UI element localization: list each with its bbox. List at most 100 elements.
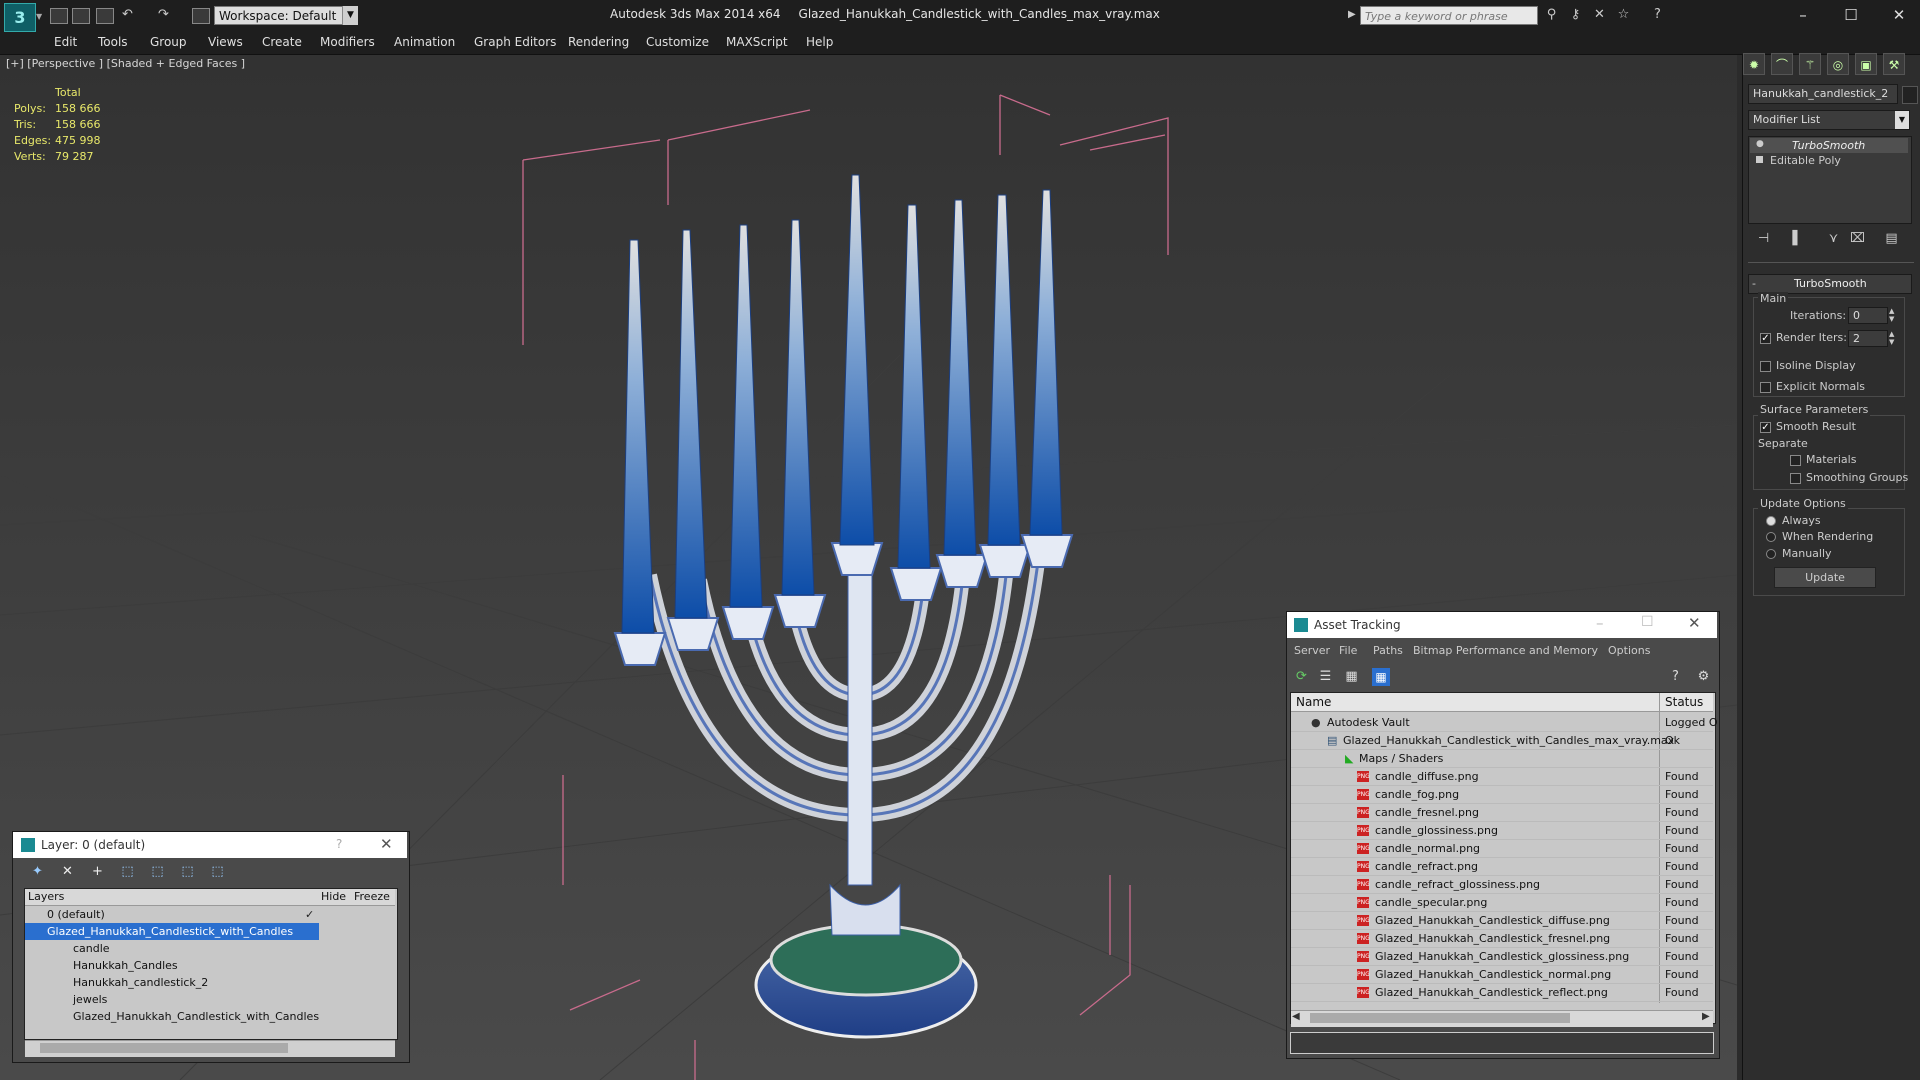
lightbulb-icon[interactable]: ● [1756, 139, 1764, 149]
asset-row[interactable]: PNG Glazed_Hanukkah_Candlestick_normal.pn… [1291, 966, 1713, 984]
menu-animation[interactable]: Animation [394, 35, 455, 49]
menu-rendering[interactable]: Rendering [568, 35, 629, 49]
layer-row[interactable]: jewels [25, 991, 395, 1008]
asset-row[interactable]: ● Autodesk Vault Logged O [1291, 714, 1718, 732]
table-view-icon[interactable]: ▦ [1372, 668, 1390, 686]
pin-stack-icon[interactable]: ⊣ [1756, 232, 1771, 246]
object-color-swatch[interactable] [1902, 86, 1918, 104]
update-button[interactable]: Update [1774, 567, 1876, 588]
create-tab-icon[interactable]: ✹ [1743, 53, 1765, 75]
minimize-icon[interactable]: – [1788, 4, 1818, 26]
asset-window-minimize-icon[interactable]: – [1596, 614, 1604, 632]
layer-row[interactable]: 0 (default) ✓ [25, 906, 395, 923]
create-layer-icon[interactable]: ✦ [30, 865, 45, 879]
column-hide[interactable]: Hide [321, 890, 346, 903]
layer-scrollbar-thumb[interactable] [40, 1043, 288, 1053]
workspace-dropdown-arrow-icon[interactable]: ▼ [342, 6, 358, 25]
stack-item-editable-poly[interactable]: Editable Poly [1770, 154, 1841, 167]
smoothing-groups-checkbox[interactable] [1790, 473, 1801, 484]
asset-settings-icon[interactable]: ⚙ [1696, 670, 1711, 684]
asset-scrollbar-thumb[interactable] [1310, 1013, 1570, 1023]
viewport-label[interactable]: [+] [Perspective ] [Shaded + Edged Faces… [6, 57, 245, 70]
render-iters-spinner[interactable]: 2 [1848, 330, 1888, 347]
delete-layer-icon[interactable]: ✕ [60, 865, 75, 879]
asset-window-close-icon[interactable]: ✕ [1688, 614, 1701, 632]
when-rendering-radio[interactable] [1766, 532, 1776, 542]
column-layers[interactable]: Layers [28, 890, 64, 903]
asset-row[interactable]: PNG candle_glossiness.png Found [1291, 822, 1713, 840]
utilities-tab-icon[interactable]: ⚒ [1883, 53, 1905, 75]
asset-menu-file[interactable]: File [1339, 644, 1357, 657]
asset-menu-paths[interactable]: Paths [1373, 644, 1403, 657]
scroll-left-icon[interactable]: ◀ [1292, 1011, 1300, 1022]
layer-row-selected[interactable]: Glazed_Hanukkah_Candlestick_with_Candles [25, 923, 319, 940]
asset-row[interactable]: PNG candle_refract_glossiness.png Found [1291, 876, 1713, 894]
thumbnail-view-icon[interactable]: ▦ [1344, 670, 1359, 684]
asset-help-icon[interactable]: ? [1668, 670, 1683, 684]
asset-row[interactable]: PNG candle_fresnel.png Found [1291, 804, 1713, 822]
menu-maxscript[interactable]: MAXScript [726, 35, 788, 49]
display-tab-icon[interactable]: ▣ [1855, 53, 1877, 75]
asset-menu-options[interactable]: Options [1608, 644, 1650, 657]
menu-views[interactable]: Views [208, 35, 243, 49]
layer-row[interactable]: candle [25, 940, 395, 957]
stack-item-turbosmooth[interactable]: TurboSmooth [1792, 139, 1865, 152]
favorites-star-icon[interactable]: ☆ [1616, 8, 1631, 22]
asset-row[interactable]: PNG Glazed_Hanukkah_Candlestick_fresnel.p… [1291, 930, 1713, 948]
asset-row[interactable]: PNG candle_fog.png Found [1291, 786, 1713, 804]
asset-menu-bitmap-performance[interactable]: Bitmap Performance and Memory [1413, 644, 1598, 657]
rollout-collapse-icon[interactable]: - [1752, 277, 1756, 290]
asset-row[interactable]: ◣ Maps / Shaders [1291, 750, 1713, 768]
menu-customize[interactable]: Customize [646, 35, 709, 49]
workspace-dropdown[interactable]: Workspace: Default [214, 6, 356, 25]
asset-row[interactable]: PNG candle_specular.png Found [1291, 894, 1713, 912]
asset-window-maximize-icon[interactable]: ☐ [1641, 614, 1654, 630]
asset-menu-server[interactable]: Server [1294, 644, 1330, 657]
isoline-display-checkbox[interactable] [1760, 361, 1771, 372]
binoculars-icon[interactable]: ⚲ [1544, 8, 1559, 22]
key-icon[interactable]: ⚷ [1568, 8, 1583, 22]
undo-icon[interactable]: ↶ [120, 8, 135, 22]
modifier-list-dropdown[interactable]: Modifier List [1748, 110, 1910, 130]
asset-row[interactable]: PNG candle_refract.png Found [1291, 858, 1713, 876]
hierarchy-tab-icon[interactable]: ⚚ [1799, 53, 1821, 75]
layer-row[interactable]: Hanukkah_candlestick_2 [25, 974, 395, 991]
column-name[interactable]: Name [1296, 695, 1331, 709]
make-unique-icon[interactable]: ⋎ [1826, 232, 1841, 246]
modify-tab-icon[interactable]: ⌒ [1771, 53, 1793, 75]
object-name-field[interactable]: Hanukkah_candlestick_2 [1748, 84, 1898, 104]
save-file-icon[interactable] [96, 8, 114, 24]
render-iters-spinner-arrows-icon[interactable]: ▲ ▼ [1889, 330, 1894, 346]
asset-row[interactable]: PNG Glazed_Hanukkah_Candlestick_reflect.p… [1291, 984, 1713, 1002]
add-to-layer-icon[interactable]: + [90, 865, 105, 879]
menu-help[interactable]: Help [806, 35, 833, 49]
app-menu-arrow-icon[interactable]: ▼ [36, 12, 42, 21]
iterations-spinner-arrows-icon[interactable]: ▲ ▼ [1889, 307, 1894, 323]
asset-path-field[interactable] [1290, 1032, 1714, 1054]
column-status[interactable]: Status [1665, 695, 1703, 709]
motion-tab-icon[interactable]: ◎ [1827, 53, 1849, 75]
asset-row[interactable]: PNG Glazed_Hanukkah_Candlestick_glossines… [1291, 948, 1713, 966]
asset-row[interactable]: PNG candle_diffuse.png Found [1291, 768, 1713, 786]
layer-window-close-icon[interactable]: ✕ [380, 835, 393, 853]
maximize-icon[interactable]: ☐ [1836, 4, 1866, 26]
new-file-icon[interactable] [50, 8, 68, 24]
manually-radio[interactable] [1766, 549, 1776, 559]
always-radio[interactable] [1766, 516, 1776, 526]
smooth-result-checkbox[interactable]: ✓ [1760, 422, 1771, 433]
layer-row[interactable]: Glazed_Hanukkah_Candlestick_with_Candles [25, 1008, 395, 1025]
close-icon[interactable]: ✕ [1884, 4, 1914, 26]
layer-window-help-icon[interactable]: ? [336, 837, 342, 851]
column-freeze[interactable]: Freeze [354, 890, 390, 903]
list-view-icon[interactable]: ☰ [1318, 670, 1333, 684]
asset-row[interactable]: PNG Glazed_Hanukkah_Candlestick_diffuse.p… [1291, 912, 1713, 930]
menu-graph-editors[interactable]: Graph Editors [474, 35, 556, 49]
app-logo-icon[interactable]: 3 [4, 3, 36, 32]
layer-row[interactable]: Hanukkah_Candles [25, 957, 395, 974]
iterations-spinner[interactable]: 0 [1848, 307, 1888, 324]
help-icon[interactable]: ? [1650, 8, 1665, 22]
asset-row[interactable]: PNG candle_normal.png Found [1291, 840, 1713, 858]
materials-checkbox[interactable] [1790, 455, 1801, 466]
menu-create[interactable]: Create [262, 35, 302, 49]
menu-group[interactable]: Group [150, 35, 187, 49]
